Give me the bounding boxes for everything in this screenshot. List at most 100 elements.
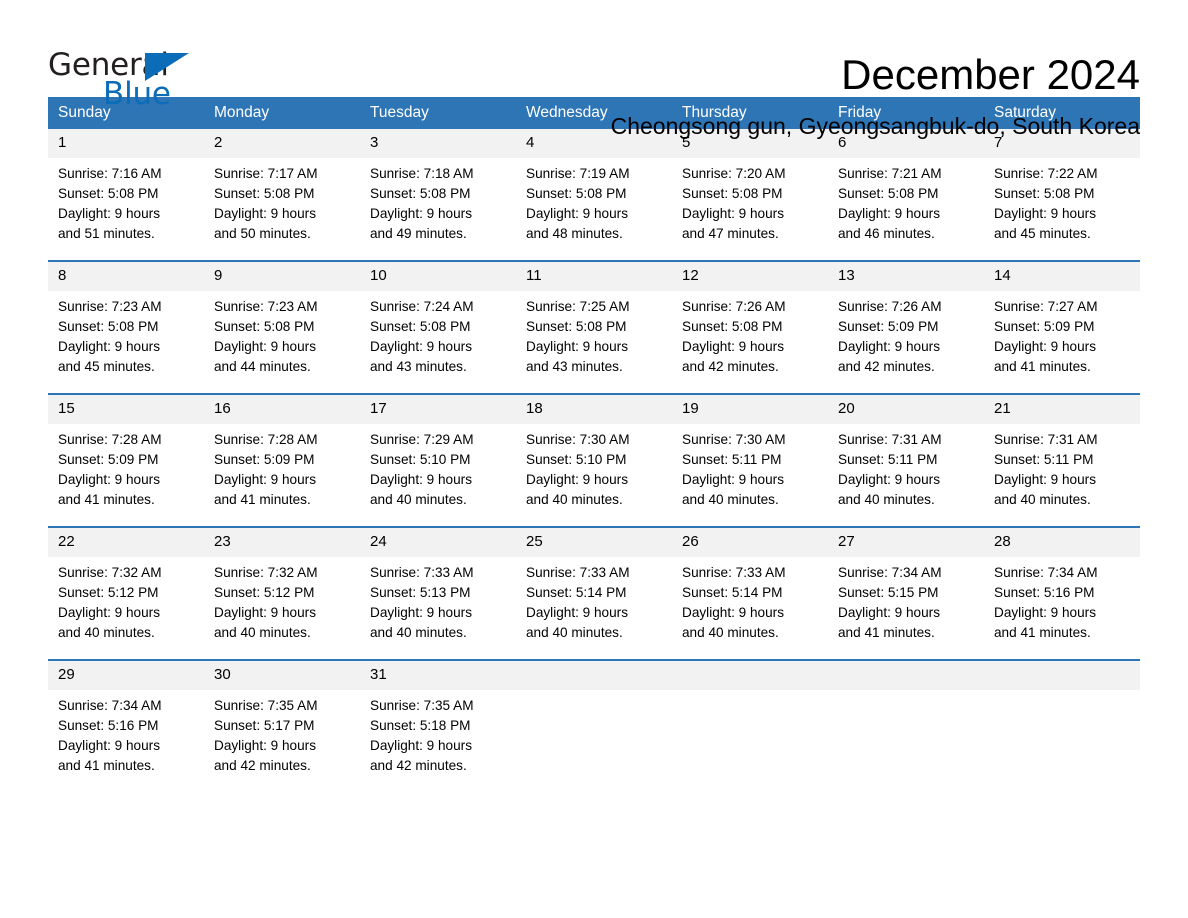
sunset-text: Sunset: 5:08 PM bbox=[682, 186, 783, 201]
daylight-line2-text: and 40 minutes. bbox=[370, 492, 467, 507]
sunset-text: Sunset: 5:08 PM bbox=[214, 186, 315, 201]
calendar-day-cell[interactable]: 5 Sunrise: 7:20 AM Sunset: 5:08 PM Daylight… bbox=[672, 129, 828, 244]
week-gap-cell bbox=[48, 643, 1140, 660]
calendar-day-cell[interactable]: 4 Sunrise: 7:19 AM Sunset: 5:08 PM Daylight… bbox=[516, 129, 672, 244]
day-details: Sunrise: 7:30 AM Sunset: 5:11 PM Daylight:… bbox=[672, 424, 828, 510]
sunrise-text: Sunrise: 7:16 AM bbox=[58, 166, 162, 181]
calendar-day-cell[interactable]: 17 Sunrise: 7:29 AM Sunset: 5:10 PM Dayligh… bbox=[360, 393, 516, 510]
sunset-text: Sunset: 5:12 PM bbox=[58, 585, 159, 600]
calendar-day-cell[interactable]: 10 Sunrise: 7:24 AM Sunset: 5:08 PM Dayligh… bbox=[360, 260, 516, 377]
daylight-line1-text: Daylight: 9 hours bbox=[370, 206, 473, 221]
day-details: Sunrise: 7:23 AM Sunset: 5:08 PM Daylight:… bbox=[48, 291, 204, 377]
daylight-line2-text: and 42 minutes. bbox=[682, 359, 779, 374]
calendar-day-cell[interactable]: 24 Sunrise: 7:33 AM Sunset: 5:13 PM Dayligh… bbox=[360, 526, 516, 643]
sunrise-text: Sunrise: 7:26 AM bbox=[682, 299, 786, 314]
calendar-week-row: 22 Sunrise: 7:32 AM Sunset: 5:12 PM Dayligh… bbox=[48, 526, 1140, 643]
daylight-line1-text: Daylight: 9 hours bbox=[214, 605, 317, 620]
sunset-text: Sunset: 5:11 PM bbox=[682, 452, 782, 467]
week-gap-row bbox=[48, 510, 1140, 527]
sunset-text: Sunset: 5:08 PM bbox=[526, 186, 627, 201]
sunset-text: Sunset: 5:14 PM bbox=[526, 585, 627, 600]
daylight-line1-text: Daylight: 9 hours bbox=[682, 206, 785, 221]
calendar-day-cell[interactable]: 2 Sunrise: 7:17 AM Sunset: 5:08 PM Daylight… bbox=[204, 129, 360, 244]
daylight-line1-text: Daylight: 9 hours bbox=[682, 339, 785, 354]
day-details: Sunrise: 7:32 AM Sunset: 5:12 PM Daylight:… bbox=[204, 557, 360, 643]
daylight-line2-text: and 41 minutes. bbox=[838, 625, 935, 640]
day-details: Sunrise: 7:35 AM Sunset: 5:18 PM Daylight:… bbox=[360, 690, 516, 776]
daylight-line2-text: and 44 minutes. bbox=[214, 359, 311, 374]
calendar-page: General Blue December 2024 Cheongsong gu… bbox=[0, 0, 1188, 918]
daylight-line2-text: and 40 minutes. bbox=[58, 625, 155, 640]
sunset-text: Sunset: 5:10 PM bbox=[526, 452, 627, 467]
calendar-day-cell[interactable]: 26 Sunrise: 7:33 AM Sunset: 5:14 PM Dayligh… bbox=[672, 526, 828, 643]
sunset-text: Sunset: 5:08 PM bbox=[838, 186, 939, 201]
calendar-week-row: 15 Sunrise: 7:28 AM Sunset: 5:09 PM Dayligh… bbox=[48, 393, 1140, 510]
daylight-line1-text: Daylight: 9 hours bbox=[214, 206, 317, 221]
calendar-day-cell[interactable]: 23 Sunrise: 7:32 AM Sunset: 5:12 PM Dayligh… bbox=[204, 526, 360, 643]
week-gap-row bbox=[48, 377, 1140, 394]
sunset-text: Sunset: 5:15 PM bbox=[838, 585, 939, 600]
calendar-day-cell[interactable]: 16 Sunrise: 7:28 AM Sunset: 5:09 PM Dayligh… bbox=[204, 393, 360, 510]
day-number: 8 bbox=[48, 262, 204, 291]
calendar-day-cell[interactable]: 15 Sunrise: 7:28 AM Sunset: 5:09 PM Dayligh… bbox=[48, 393, 204, 510]
sunrise-text: Sunrise: 7:32 AM bbox=[214, 565, 318, 580]
calendar-day-cell[interactable]: 18 Sunrise: 7:30 AM Sunset: 5:10 PM Dayligh… bbox=[516, 393, 672, 510]
daylight-line2-text: and 41 minutes. bbox=[58, 758, 155, 773]
calendar-day-cell[interactable]: 1 Sunrise: 7:16 AM Sunset: 5:08 PM Daylight… bbox=[48, 129, 204, 244]
day-number: 28 bbox=[984, 528, 1140, 557]
daylight-line1-text: Daylight: 9 hours bbox=[214, 472, 317, 487]
sunrise-text: Sunrise: 7:20 AM bbox=[682, 166, 786, 181]
daylight-line2-text: and 40 minutes. bbox=[214, 625, 311, 640]
daylight-line2-text: and 40 minutes. bbox=[526, 625, 623, 640]
calendar-day-cell[interactable]: 3 Sunrise: 7:18 AM Sunset: 5:08 PM Daylight… bbox=[360, 129, 516, 244]
daylight-line2-text: and 41 minutes. bbox=[994, 625, 1091, 640]
calendar-day-cell[interactable]: 21 Sunrise: 7:31 AM Sunset: 5:11 PM Dayligh… bbox=[984, 393, 1140, 510]
daylight-line1-text: Daylight: 9 hours bbox=[838, 206, 941, 221]
day-details: Sunrise: 7:27 AM Sunset: 5:09 PM Daylight:… bbox=[984, 291, 1140, 377]
day-number: 27 bbox=[828, 528, 984, 557]
daylight-line1-text: Daylight: 9 hours bbox=[370, 605, 473, 620]
calendar-day-cell[interactable]: 7 Sunrise: 7:22 AM Sunset: 5:08 PM Daylight… bbox=[984, 129, 1140, 244]
page-header: General Blue December 2024 Cheongsong gu… bbox=[48, 0, 1140, 140]
day-details: Sunrise: 7:29 AM Sunset: 5:10 PM Daylight:… bbox=[360, 424, 516, 510]
daylight-line1-text: Daylight: 9 hours bbox=[838, 605, 941, 620]
calendar-day-cell[interactable]: 12 Sunrise: 7:26 AM Sunset: 5:08 PM Dayligh… bbox=[672, 260, 828, 377]
calendar-day-cell[interactable]: 25 Sunrise: 7:33 AM Sunset: 5:14 PM Dayligh… bbox=[516, 526, 672, 643]
daylight-line2-text: and 45 minutes. bbox=[58, 359, 155, 374]
day-number: 18 bbox=[516, 395, 672, 424]
day-details: Sunrise: 7:32 AM Sunset: 5:12 PM Daylight:… bbox=[48, 557, 204, 643]
calendar-day-cell[interactable]: 30 Sunrise: 7:35 AM Sunset: 5:17 PM Dayligh… bbox=[204, 659, 360, 776]
daylight-line1-text: Daylight: 9 hours bbox=[58, 206, 161, 221]
day-details: Sunrise: 7:30 AM Sunset: 5:10 PM Daylight:… bbox=[516, 424, 672, 510]
calendar-day-cell[interactable]: 8 Sunrise: 7:23 AM Sunset: 5:08 PM Daylight… bbox=[48, 260, 204, 377]
sunset-text: Sunset: 5:16 PM bbox=[994, 585, 1095, 600]
generalblue-logo[interactable]: General Blue bbox=[48, 50, 198, 112]
day-number: 30 bbox=[204, 661, 360, 690]
calendar-day-cell[interactable]: 22 Sunrise: 7:32 AM Sunset: 5:12 PM Dayligh… bbox=[48, 526, 204, 643]
calendar-day-cell[interactable]: 14 Sunrise: 7:27 AM Sunset: 5:09 PM Dayligh… bbox=[984, 260, 1140, 377]
calendar-week-row: 29 Sunrise: 7:34 AM Sunset: 5:16 PM Dayligh… bbox=[48, 659, 1140, 776]
daylight-line1-text: Daylight: 9 hours bbox=[214, 339, 317, 354]
daylight-line1-text: Daylight: 9 hours bbox=[526, 472, 629, 487]
daylight-line2-text: and 46 minutes. bbox=[838, 226, 935, 241]
calendar-day-cell[interactable]: 20 Sunrise: 7:31 AM Sunset: 5:11 PM Dayligh… bbox=[828, 393, 984, 510]
calendar-day-cell[interactable]: 13 Sunrise: 7:26 AM Sunset: 5:09 PM Dayligh… bbox=[828, 260, 984, 377]
calendar-day-cell[interactable]: 28 Sunrise: 7:34 AM Sunset: 5:16 PM Dayligh… bbox=[984, 526, 1140, 643]
daylight-line2-text: and 49 minutes. bbox=[370, 226, 467, 241]
calendar-day-cell[interactable]: 19 Sunrise: 7:30 AM Sunset: 5:11 PM Dayligh… bbox=[672, 393, 828, 510]
sunset-text: Sunset: 5:08 PM bbox=[214, 319, 315, 334]
daylight-line2-text: and 41 minutes. bbox=[214, 492, 311, 507]
calendar-day-cell[interactable]: 27 Sunrise: 7:34 AM Sunset: 5:15 PM Dayligh… bbox=[828, 526, 984, 643]
calendar-day-cell[interactable]: 11 Sunrise: 7:25 AM Sunset: 5:08 PM Dayligh… bbox=[516, 260, 672, 377]
calendar-day-cell[interactable]: 6 Sunrise: 7:21 AM Sunset: 5:08 PM Daylight… bbox=[828, 129, 984, 244]
day-details: Sunrise: 7:31 AM Sunset: 5:11 PM Daylight:… bbox=[828, 424, 984, 510]
calendar-day-cell[interactable]: 9 Sunrise: 7:23 AM Sunset: 5:08 PM Daylight… bbox=[204, 260, 360, 377]
calendar-day-cell[interactable]: 31 Sunrise: 7:35 AM Sunset: 5:18 PM Dayligh… bbox=[360, 659, 516, 776]
page-title: December 2024 bbox=[841, 51, 1140, 98]
daylight-line2-text: and 43 minutes. bbox=[526, 359, 623, 374]
sunrise-text: Sunrise: 7:33 AM bbox=[682, 565, 786, 580]
daylight-line2-text: and 43 minutes. bbox=[370, 359, 467, 374]
sunset-text: Sunset: 5:08 PM bbox=[370, 186, 471, 201]
sunrise-text: Sunrise: 7:23 AM bbox=[58, 299, 162, 314]
calendar-day-cell[interactable]: 29 Sunrise: 7:34 AM Sunset: 5:16 PM Dayligh… bbox=[48, 659, 204, 776]
